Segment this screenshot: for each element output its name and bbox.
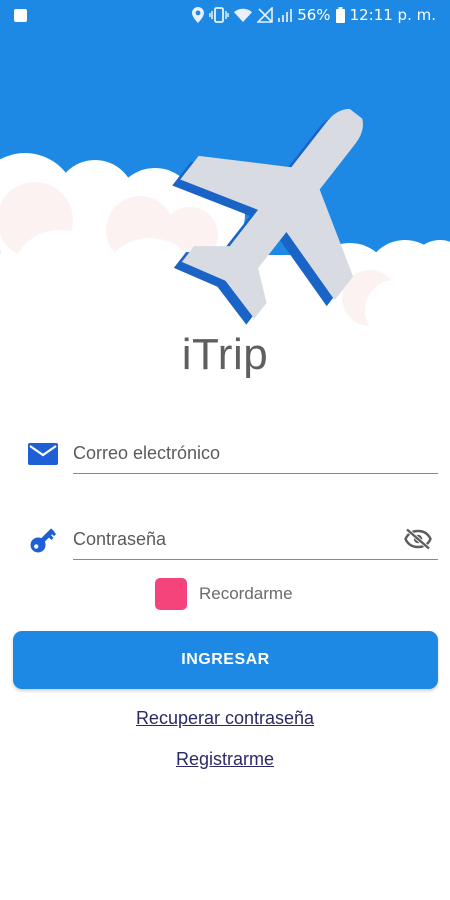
no-signal-icon: [257, 7, 274, 23]
signal-bars-icon: [278, 9, 293, 22]
remember-me[interactable]: Recordarme: [155, 578, 293, 610]
battery-percent: 56%: [297, 6, 331, 24]
password-field[interactable]: [73, 529, 438, 550]
airplane-clouds-illustration: [0, 30, 450, 340]
email-field[interactable]: [73, 443, 438, 464]
status-time: 12:11 p. m.: [349, 6, 436, 24]
register-link[interactable]: Registrarme: [176, 749, 274, 769]
location-icon: [192, 7, 205, 23]
login-button[interactable]: INGRESAR: [13, 631, 438, 689]
envelope-icon: [25, 436, 61, 472]
battery-icon: [335, 7, 345, 23]
hero-banner: [0, 30, 450, 340]
remember-label: Recordarme: [199, 584, 293, 603]
notification-icon: [14, 8, 27, 22]
password-field-container: [73, 520, 438, 560]
email-field-row: [25, 430, 438, 474]
key-icon: [25, 522, 61, 558]
wifi-icon: [234, 8, 253, 22]
recover-password-row: Recuperar contraseña: [0, 708, 450, 729]
app-title: iTrip: [181, 330, 269, 379]
vibrate-icon: [209, 7, 229, 23]
register-row: Registrarme: [0, 749, 450, 770]
status-bar: 56% 12:11 p. m.: [0, 0, 450, 30]
email-field-container: [73, 434, 438, 474]
recover-password-link[interactable]: Recuperar contraseña: [136, 708, 314, 728]
eye-off-icon[interactable]: [404, 527, 432, 551]
password-field-row: [25, 516, 438, 560]
remember-checkbox[interactable]: [155, 578, 187, 610]
